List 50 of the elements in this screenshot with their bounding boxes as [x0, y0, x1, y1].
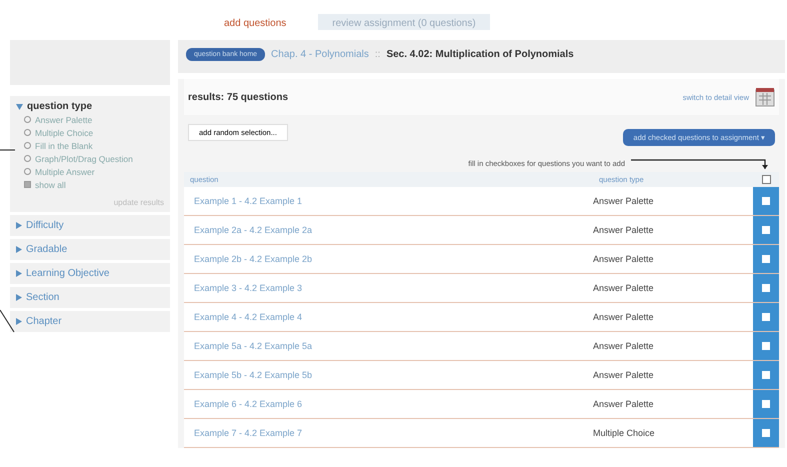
- table-cell-text: Answer Palette: [593, 341, 655, 351]
- question-link[interactable]: Example 2b - 4.2 Example 2b: [184, 254, 593, 264]
- question-link[interactable]: Example 1 - 4.2 Example 1: [184, 196, 593, 206]
- question-link[interactable]: Example 4 - 4.2 Example 4: [184, 312, 593, 322]
- option-label: Fill in the Blank: [35, 141, 93, 151]
- chapter-link[interactable]: Chap. 4 - Polynomials: [271, 49, 369, 60]
- filter-header[interactable]: Learning Objective: [16, 268, 110, 279]
- separator: ::: [374, 49, 380, 60]
- radio-button[interactable]: [24, 129, 31, 136]
- table-cell-text: Answer Palette: [593, 225, 655, 235]
- leader-line: [0, 310, 14, 332]
- caret-right-icon: [16, 222, 22, 229]
- filter-header[interactable]: Chapter: [16, 316, 62, 327]
- filter-header[interactable]: Gradable: [16, 244, 68, 255]
- caret-down-icon: [16, 104, 23, 110]
- radio-button[interactable]: [24, 142, 31, 149]
- table-cell-text: Answer Palette: [593, 196, 655, 206]
- question-link[interactable]: Example 5b - 4.2 Example 5b: [184, 370, 593, 380]
- table-cell-text: Multiple Choice: [593, 428, 656, 438]
- table-cell-text: Answer Palette: [593, 254, 655, 264]
- question-link[interactable]: Example 5a - 4.2 Example 5a: [184, 341, 593, 351]
- caret-right-icon: [16, 318, 22, 325]
- question-link[interactable]: Example 3 - 4.2 Example 3: [184, 283, 593, 293]
- filter-header[interactable]: Difficulty: [16, 220, 64, 231]
- results-count: results: 75 questions: [188, 92, 288, 102]
- tab[interactable]: review assignment (0 questions): [318, 14, 490, 30]
- radio-button[interactable]: [24, 116, 31, 123]
- option-label: Graph/Plot/Drag Question: [35, 154, 133, 164]
- filter-header[interactable]: Section: [16, 292, 60, 303]
- caret-right-icon: [16, 270, 22, 277]
- select-all-checkbox[interactable]: [762, 175, 770, 184]
- option-label: Multiple Choice: [35, 128, 94, 138]
- table-cell-text: Answer Palette: [593, 312, 655, 322]
- radio-button[interactable]: [24, 168, 31, 175]
- filter-header[interactable]: question type: [16, 101, 92, 112]
- caret-right-icon: [16, 294, 22, 301]
- checkbox[interactable]: [24, 181, 31, 188]
- option-label: Multiple Answer: [35, 167, 95, 177]
- option-label: Answer Palette: [35, 115, 92, 125]
- question-link[interactable]: Example 6 - 4.2 Example 6: [184, 399, 593, 409]
- section-title: Sec. 4.02: Multiplication of Polynomials: [386, 49, 574, 60]
- option-label: show all: [35, 180, 66, 190]
- table-cell-text: Answer Palette: [593, 283, 655, 293]
- table-cell-text: Answer Palette: [593, 399, 655, 409]
- radio-button[interactable]: [24, 155, 31, 162]
- calendar-icon[interactable]: [755, 87, 775, 107]
- table-cell-text: Answer Palette: [593, 370, 655, 380]
- question-link[interactable]: Example 2a - 4.2 Example 2a: [184, 225, 593, 235]
- question-link[interactable]: Example 7 - 4.2 Example 7: [184, 428, 593, 438]
- caret-right-icon: [16, 246, 22, 253]
